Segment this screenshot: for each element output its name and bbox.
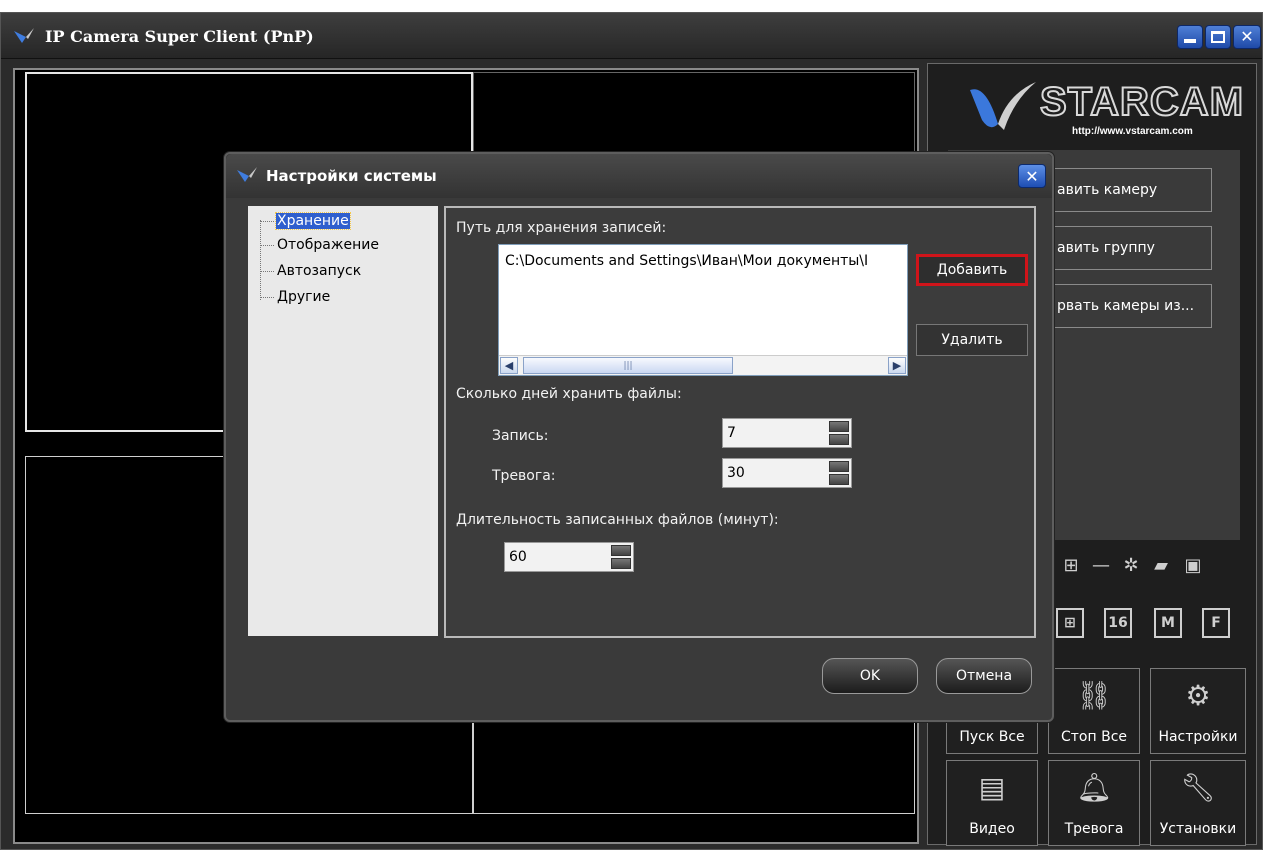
- video-button[interactable]: ▤ Видео: [946, 760, 1038, 846]
- alarm-button[interactable]: 🔔︎ Тревога: [1048, 760, 1140, 846]
- layout-grid-button[interactable]: ⊞: [1056, 608, 1084, 638]
- record-days-label: Запись:: [492, 428, 549, 444]
- maximize-button[interactable]: [1205, 25, 1231, 49]
- split-icon[interactable]: ⊞: [1060, 556, 1082, 576]
- minus-icon[interactable]: —: [1090, 556, 1112, 576]
- window-title: IP Camera Super Client (PnP): [45, 27, 314, 46]
- spin-buttons[interactable]: [829, 461, 849, 485]
- starcam-logo: STARCAM http://www.vstarcam.com: [968, 74, 1248, 144]
- file-duration-stepper[interactable]: 60: [504, 542, 634, 572]
- storage-path-list[interactable]: C:\Documents and Settings\Иван\Мои докум…: [498, 244, 908, 376]
- file-duration-label: Длительность записанных файлов (минут):: [456, 512, 779, 528]
- tree-item-autostart[interactable]: Автозапуск: [260, 260, 362, 282]
- title-bar: IP Camera Super Client (PnP) ✕: [1, 13, 1262, 59]
- minimize-icon: [1184, 39, 1196, 43]
- close-icon: ✕: [1025, 166, 1039, 186]
- dialog-logo-icon: [237, 167, 257, 182]
- add-camera-button[interactable]: авить камеру: [1036, 168, 1212, 212]
- tree-item-other[interactable]: Другие: [260, 286, 331, 308]
- storage-path-label: Путь для хранения записей:: [456, 220, 667, 236]
- tree-item-storage[interactable]: Хранение: [260, 210, 351, 232]
- minimize-button[interactable]: [1177, 25, 1203, 49]
- add-path-button[interactable]: Добавить: [916, 254, 1028, 286]
- import-cameras-button[interactable]: рвать камеры из...: [1036, 284, 1212, 328]
- settings-button[interactable]: ⚙ Настройки: [1150, 668, 1246, 754]
- horizontal-scrollbar[interactable]: ◀ ||| ▶: [499, 355, 907, 375]
- starcam-v-icon: [970, 82, 1036, 130]
- wrench-icon: 🔧︎: [1180, 771, 1216, 804]
- bell-icon: 🔔︎: [1076, 771, 1112, 804]
- settings-tree: Хранение Отображение Автозапуск Другие: [248, 206, 438, 636]
- scroll-thumb[interactable]: |||: [523, 357, 733, 374]
- import-icon[interactable]: ▣: [1182, 556, 1204, 576]
- close-button[interactable]: ✕: [1233, 25, 1261, 49]
- ok-button[interactable]: OK: [822, 658, 918, 694]
- add-group-button[interactable]: авить группу: [1036, 226, 1212, 270]
- layout-m-button[interactable]: M: [1154, 608, 1182, 638]
- cancel-button[interactable]: Отмена: [936, 658, 1032, 694]
- export-icon[interactable]: ▰: [1150, 556, 1172, 576]
- record-days-stepper[interactable]: 7: [722, 418, 852, 448]
- dialog-close-button[interactable]: ✕: [1018, 164, 1046, 188]
- scroll-right-icon[interactable]: ▶: [888, 357, 906, 374]
- layout-f-button[interactable]: F: [1202, 608, 1230, 638]
- maximize-icon: [1211, 31, 1225, 43]
- spin-buttons[interactable]: [611, 545, 631, 569]
- app-logo-icon: [14, 28, 34, 43]
- brand-url: http://www.vstarcam.com: [1072, 126, 1193, 137]
- record-days-value: 7: [727, 425, 736, 441]
- setup-button[interactable]: 🔧︎ Установки: [1150, 760, 1246, 846]
- scroll-left-icon[interactable]: ◀: [500, 357, 518, 374]
- grid-icon: ⊞: [1064, 615, 1076, 631]
- dialog-title-bar: Настройки системы ✕: [226, 154, 1052, 198]
- stop-all-icon: ⛓: [1076, 679, 1112, 712]
- settings-icon: ⚙: [1185, 679, 1211, 712]
- alarm-days-stepper[interactable]: 30: [722, 458, 852, 488]
- retention-days-label: Сколько дней хранить файлы:: [456, 386, 682, 402]
- storage-settings-panel: Путь для хранения записей: C:\Documents …: [444, 206, 1036, 638]
- storage-path-item[interactable]: C:\Documents and Settings\Иван\Мои докум…: [505, 253, 903, 269]
- tree-item-display[interactable]: Отображение: [260, 234, 380, 256]
- stop-all-button[interactable]: ⛓ Стоп Все: [1048, 668, 1140, 754]
- layout-16-button[interactable]: 16: [1104, 608, 1132, 638]
- spin-buttons[interactable]: [829, 421, 849, 445]
- video-icon: ▤: [978, 771, 1006, 804]
- brand-name: STARCAM: [1039, 79, 1245, 125]
- dialog-title: Настройки системы: [266, 167, 437, 185]
- alarm-days-value: 30: [727, 465, 745, 481]
- file-duration-value: 60: [509, 549, 527, 565]
- close-icon: ✕: [1240, 27, 1254, 46]
- delete-path-button[interactable]: Удалить: [916, 324, 1028, 356]
- gear-icon[interactable]: ✲: [1120, 556, 1142, 576]
- system-settings-dialog: Настройки системы ✕ Хранение Отображение…: [224, 152, 1054, 722]
- alarm-days-label: Тревога:: [492, 468, 556, 484]
